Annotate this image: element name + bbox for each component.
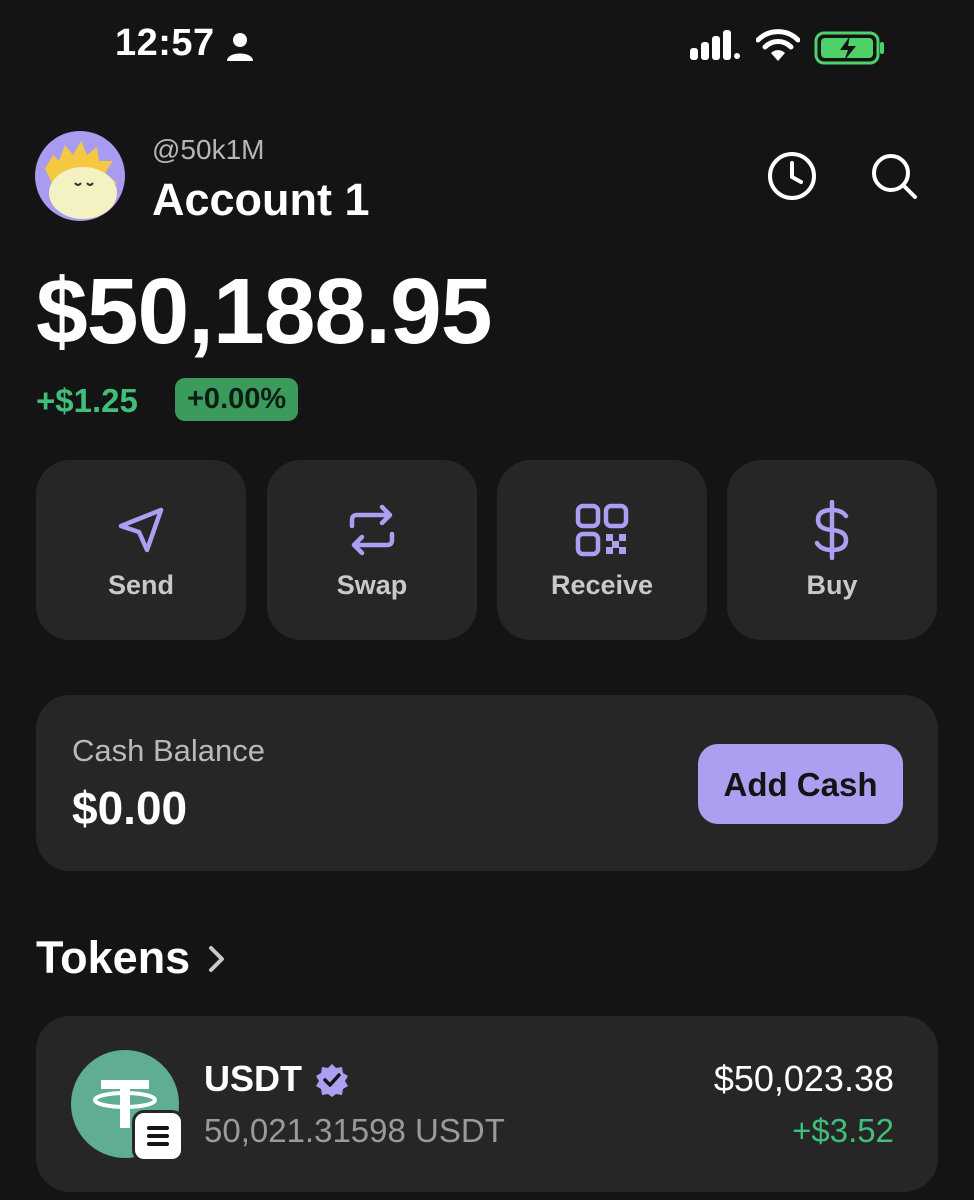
add-cash-button[interactable]: Add Cash: [698, 744, 903, 824]
qr-code-icon: [575, 503, 629, 557]
search-icon: [872, 154, 917, 199]
battery-charging-icon: [814, 31, 884, 65]
signal-icon: [690, 30, 740, 60]
receive-label: Receive: [550, 570, 654, 600]
swap-icon: [349, 504, 395, 556]
token-row-usdt[interactable]: USDT 50,021.31598 USDT $50,023.38 +$3.52: [36, 1016, 938, 1192]
buy-label: Buy: [806, 570, 858, 600]
person-icon: [227, 33, 253, 61]
chevron-right-icon[interactable]: [206, 942, 228, 976]
token-value: $50,023.38: [713, 1058, 894, 1099]
balance-change: +$1.25: [36, 382, 138, 419]
tokens-section-title[interactable]: Tokens: [36, 932, 190, 984]
balance-change-percent-badge: +0.00%: [175, 378, 299, 421]
portfolio-balance: $50,188.95: [36, 259, 492, 363]
account-name[interactable]: Account 1: [152, 174, 370, 226]
avatar[interactable]: [35, 131, 125, 221]
swap-button[interactable]: Swap: [267, 460, 477, 640]
clock-icon: [768, 152, 816, 200]
token-name: USDT: [204, 1058, 302, 1099]
token-amount: 50,021.31598 USDT: [204, 1112, 505, 1149]
token-change: +$3.52: [792, 1112, 894, 1149]
account-handle: @50k1M: [152, 134, 265, 165]
solana-icon: [132, 1110, 184, 1162]
send-icon: [118, 507, 164, 553]
send-button[interactable]: Send: [36, 460, 246, 640]
wifi-icon: [756, 29, 800, 61]
history-button[interactable]: [766, 150, 818, 202]
swap-label: Swap: [336, 570, 408, 600]
receive-button[interactable]: Receive: [497, 460, 707, 640]
buy-button[interactable]: Buy: [727, 460, 937, 640]
cash-balance-label: Cash Balance: [72, 733, 266, 768]
verified-badge-icon: [316, 1064, 348, 1097]
status-time: 12:57: [115, 22, 215, 64]
cash-balance-card: Cash Balance $0.00 Add Cash: [36, 695, 938, 871]
send-label: Send: [107, 570, 174, 600]
avatar-illustration-icon: [45, 141, 117, 219]
cash-balance-value: $0.00: [72, 782, 188, 834]
search-button[interactable]: [868, 150, 920, 202]
dollar-icon: [814, 500, 849, 560]
